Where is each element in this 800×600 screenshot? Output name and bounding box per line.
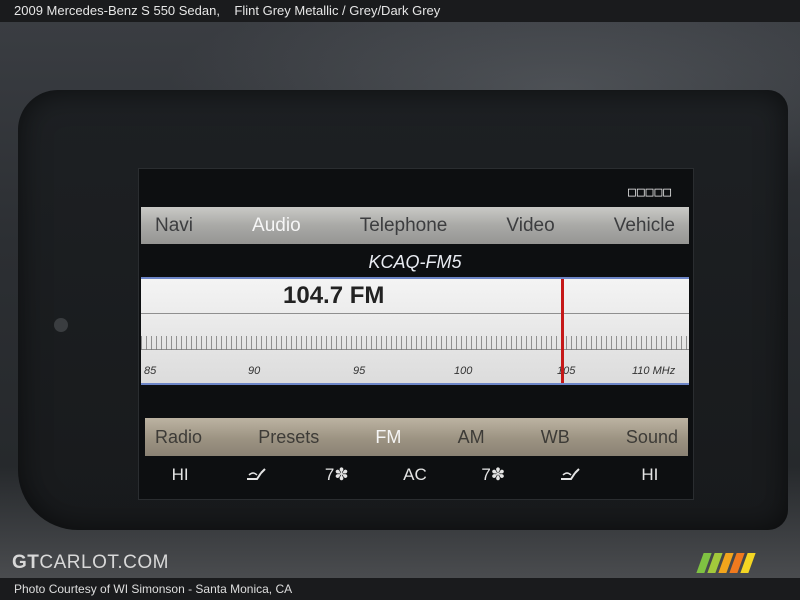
scale-label-110: 110 MHz (632, 365, 676, 377)
submenu-item-fm[interactable]: FM (375, 427, 401, 448)
frequency-readout: 104.7 FM (283, 282, 385, 309)
fan-icon: ✽ (334, 465, 349, 484)
menu-item-vehicle[interactable]: Vehicle (614, 215, 675, 237)
page-header: 2009 Mercedes-Benz S 550 Sedan, Flint Gr… (0, 0, 800, 22)
right-fan-speed: 7✽ (478, 465, 508, 485)
scale-label-95: 95 (353, 365, 366, 377)
scale-label-90: 90 (248, 365, 261, 377)
tuner-scale[interactable] (141, 277, 689, 385)
menu-item-video[interactable]: Video (506, 215, 554, 237)
audio-sub-menu: Radio Presets FM AM WB Sound (145, 418, 688, 456)
left-temp-setting: HI (171, 465, 189, 484)
scale-label-105: 105 (557, 365, 576, 377)
left-fan-speed: 7✽ (322, 465, 352, 485)
station-name: KCAQ-FM5 (368, 252, 462, 272)
submenu-item-sound[interactable]: Sound (626, 427, 678, 448)
page-title: 2009 Mercedes-Benz S 550 Sedan, (14, 3, 220, 18)
right-temp-setting: HI (641, 465, 659, 484)
fan-icon: ✽ (490, 465, 506, 484)
menu-item-navi[interactable]: Navi (155, 215, 193, 237)
right-seat-airflow-icon (557, 465, 587, 485)
menu-item-telephone[interactable]: Telephone (360, 215, 448, 237)
scale-ticks (141, 336, 689, 350)
left-seat-airflow-icon (243, 465, 273, 485)
scale-label-100: 100 (454, 365, 473, 377)
menu-item-audio[interactable]: Audio (252, 215, 301, 237)
submenu-item-wb[interactable]: WB (541, 427, 570, 448)
main-menu-bar: Navi Audio Telephone Video Vehicle (141, 207, 689, 244)
gtcarlot-logo: GTCARLOT.COM (12, 552, 169, 573)
submenu-item-presets[interactable]: Presets (258, 427, 319, 448)
logo-stripes (696, 553, 772, 573)
tuner-needle[interactable] (561, 279, 564, 383)
submenu-item-am[interactable]: AM (458, 427, 485, 448)
status-indicator-icon: □□□□□ (628, 185, 673, 200)
scale-guide-line (141, 313, 689, 314)
left-fan-speed-value: 7 (324, 465, 335, 484)
climate-status-bar: HI 7✽ AC 7✽ HI (141, 460, 689, 490)
right-fan-speed-value: 7 (481, 465, 491, 484)
photo-credit: Photo Courtesy of WI Simonson - Santa Mo… (0, 578, 800, 600)
bezel-button[interactable] (54, 318, 68, 332)
scale-label-85: 85 (144, 365, 157, 377)
ac-status: AC (403, 465, 427, 484)
submenu-item-radio[interactable]: Radio (155, 427, 202, 448)
page-subtitle: Flint Grey Metallic / Grey/Dark Grey (234, 3, 441, 18)
